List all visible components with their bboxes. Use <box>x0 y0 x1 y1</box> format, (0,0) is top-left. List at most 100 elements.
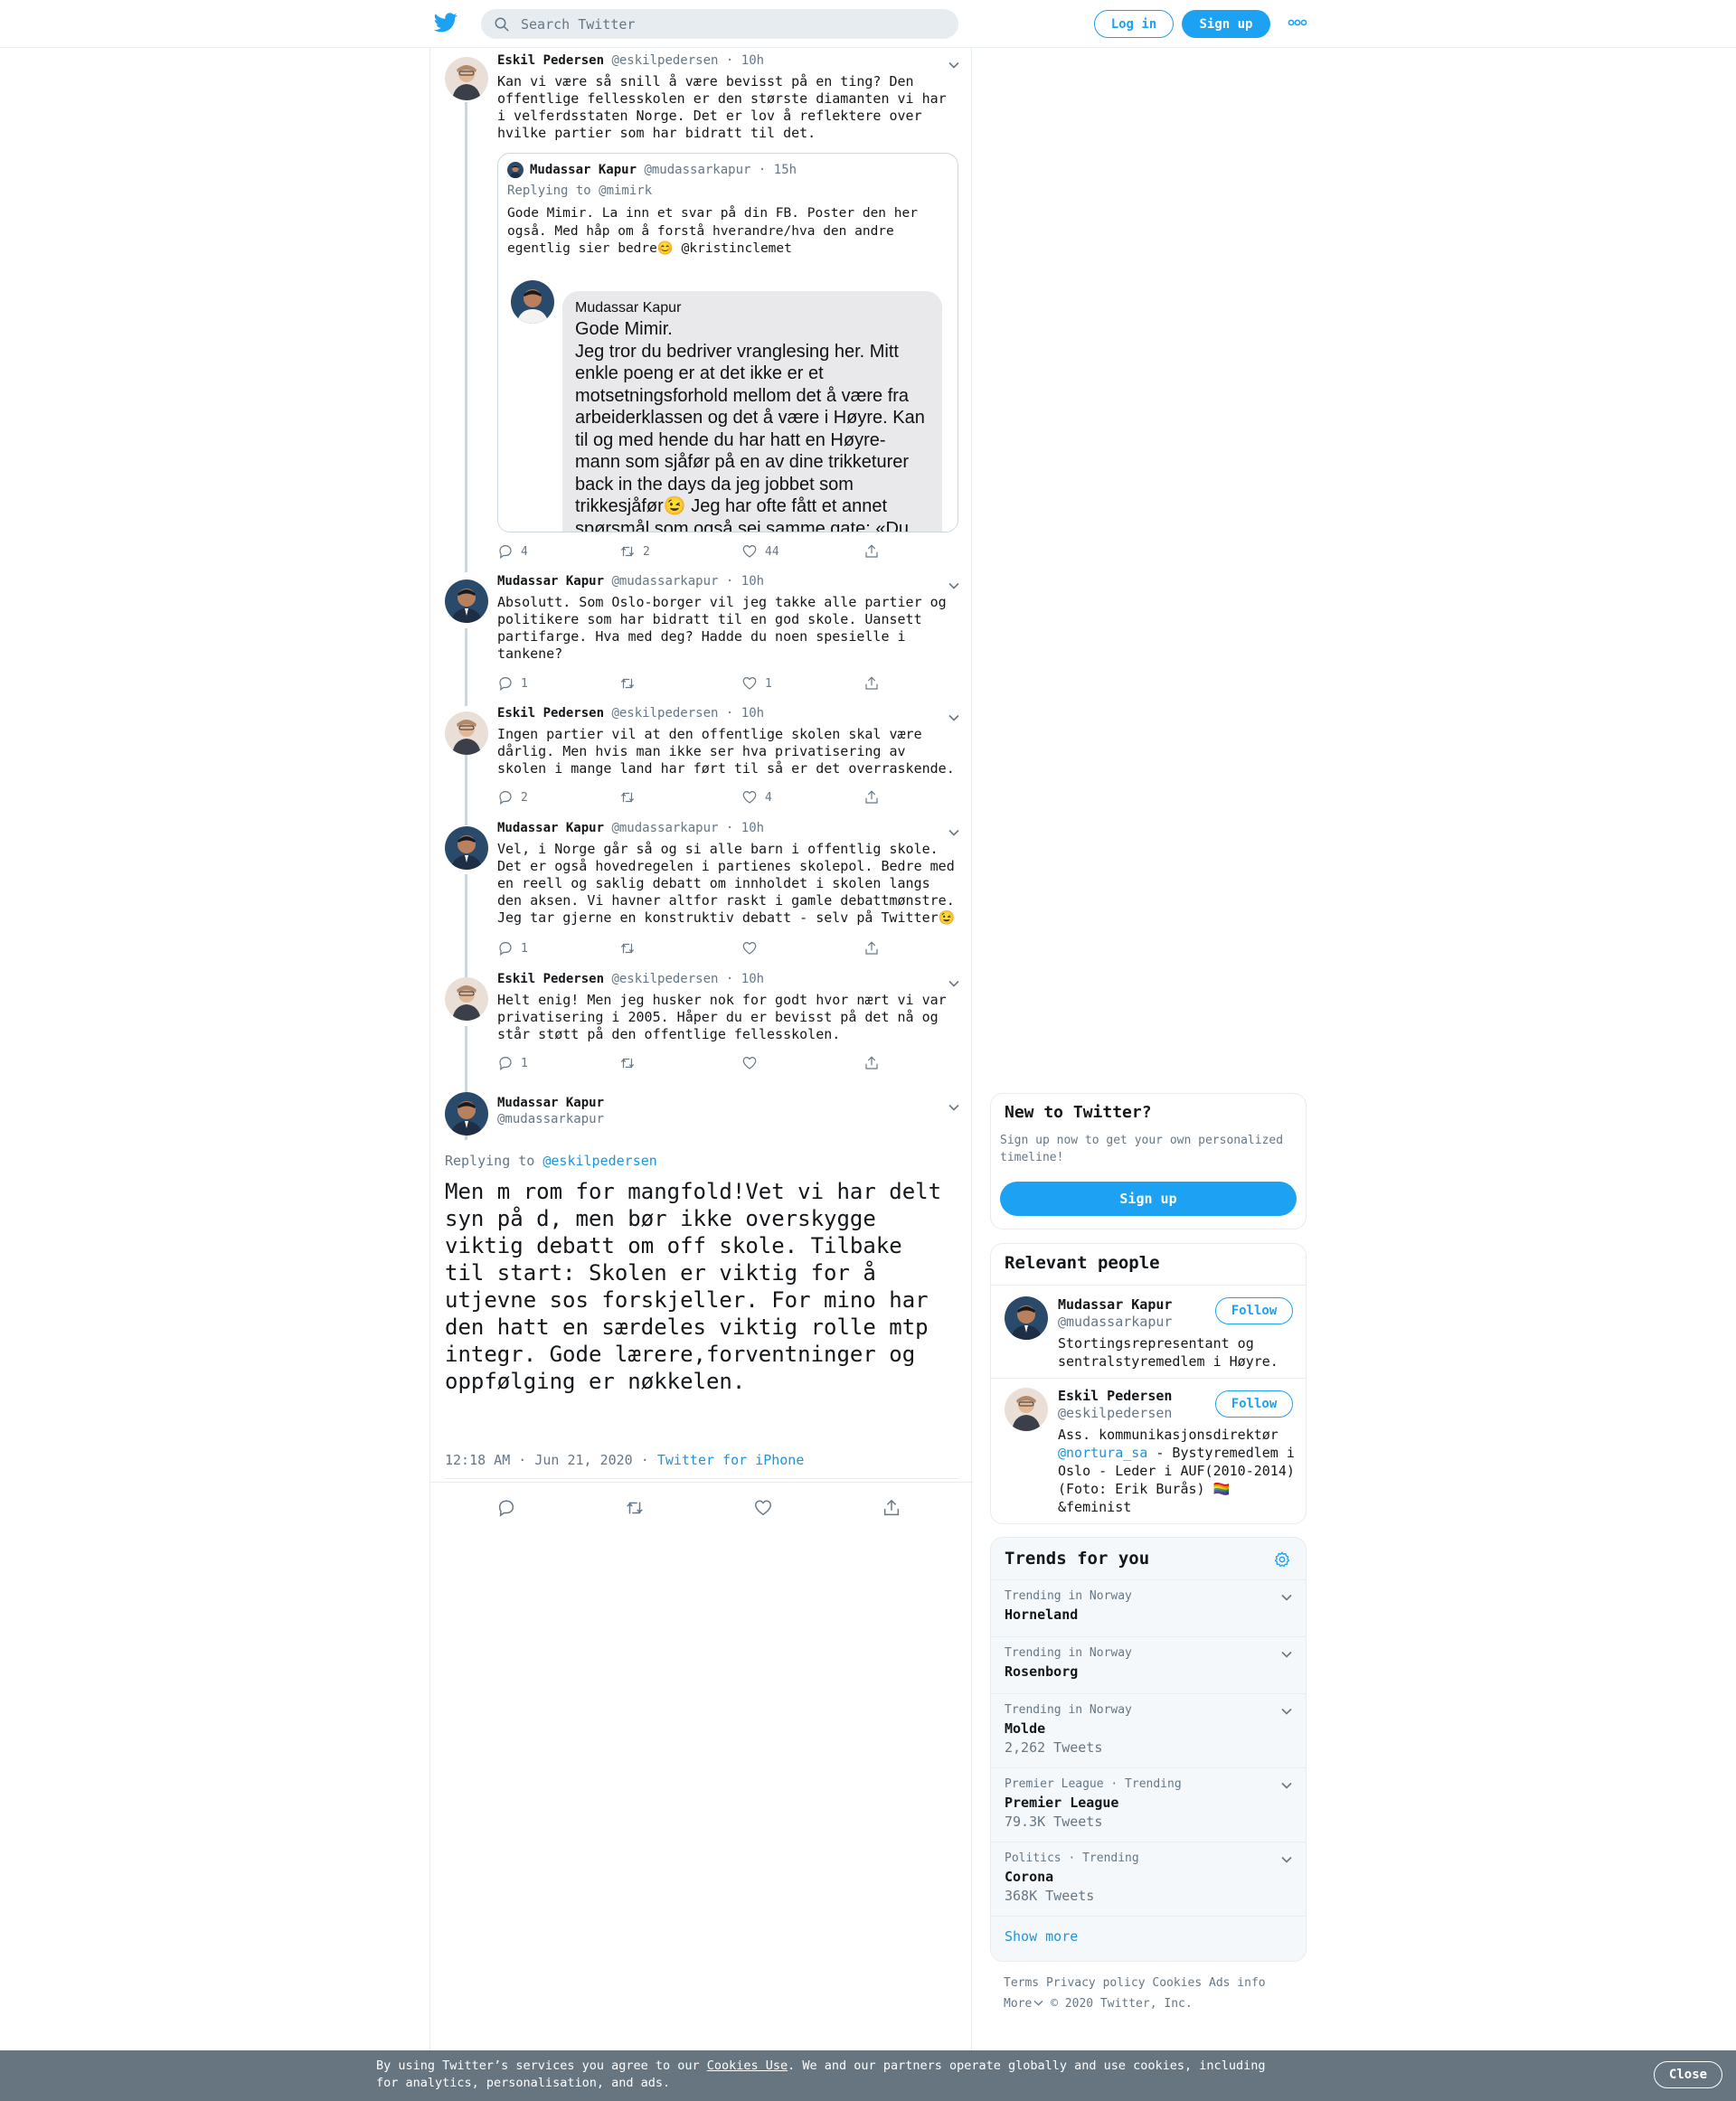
sidebar-signup-button[interactable]: Sign up <box>1000 1182 1297 1216</box>
follow-button[interactable]: Follow <box>1215 1390 1293 1418</box>
person-handle[interactable]: @eskilpedersen <box>1058 1405 1172 1421</box>
settings-gear-icon[interactable] <box>1273 1550 1291 1569</box>
retweet-action[interactable] <box>619 940 643 956</box>
chevron-down-icon[interactable] <box>948 711 960 724</box>
tweet-time[interactable]: · 10h <box>726 972 764 986</box>
share-icon[interactable] <box>882 1498 901 1518</box>
avatar[interactable] <box>445 711 488 755</box>
trend-item[interactable]: Trending in Norway Rosenborg <box>991 1636 1306 1693</box>
trend-item[interactable]: Trending in Norway Horneland <box>991 1579 1306 1636</box>
chevron-down-icon[interactable] <box>948 1101 960 1114</box>
retweet-action[interactable] <box>619 789 643 806</box>
more-options-icon[interactable] <box>1288 16 1307 29</box>
reply-action[interactable]: 1 <box>497 940 528 956</box>
search-box[interactable] <box>481 9 958 39</box>
footer-link-cookies[interactable]: Cookies <box>1152 1976 1202 1990</box>
show-more-row[interactable]: Show more <box>991 1916 1306 1961</box>
signup-button[interactable]: Sign up <box>1182 10 1270 38</box>
replying-to-link[interactable]: @eskilpedersen <box>542 1153 656 1169</box>
reply-action[interactable]: 4 <box>497 543 528 560</box>
twitter-bird-icon[interactable] <box>434 13 458 33</box>
tweet-time[interactable]: · 10h <box>726 53 764 68</box>
author-name[interactable]: Mudassar Kapur <box>497 574 604 589</box>
tweet[interactable]: Eskil Pedersen @eskilpedersen · 10h Kan … <box>430 48 973 568</box>
avatar[interactable] <box>445 977 488 1021</box>
person-name[interactable]: Mudassar Kapur <box>1058 1296 1172 1313</box>
avatar[interactable] <box>1005 1296 1048 1340</box>
author-handle[interactable]: @eskilpedersen <box>611 706 718 721</box>
chevron-down-icon[interactable] <box>1280 1591 1293 1604</box>
tweet-time[interactable]: · 10h <box>726 706 764 721</box>
search-input[interactable] <box>521 15 919 33</box>
tweet-timestamp[interactable]: 12:18 AM · Jun 21, 2020 · <box>445 1452 649 1468</box>
show-more-link[interactable]: Show more <box>1005 1928 1078 1945</box>
tweet-source-link[interactable]: Twitter for iPhone <box>657 1452 805 1468</box>
share-action[interactable] <box>863 789 887 806</box>
person-handle[interactable]: @mudassarkapur <box>1058 1314 1172 1330</box>
footer-link-ads[interactable]: Ads info <box>1209 1976 1266 1990</box>
avatar[interactable] <box>445 579 488 623</box>
person-name[interactable]: Eskil Pedersen <box>1058 1388 1172 1404</box>
chevron-down-icon[interactable] <box>1280 1779 1293 1792</box>
reply-action[interactable]: 1 <box>497 1055 528 1071</box>
reply-action[interactable]: 2 <box>497 789 528 806</box>
share-action[interactable] <box>863 675 887 692</box>
avatar[interactable] <box>445 1092 488 1135</box>
tweet[interactable]: Eskil Pedersen @eskilpedersen · 10h Helt… <box>430 966 973 1082</box>
footer-link-terms[interactable]: Terms <box>1004 1976 1039 1990</box>
retweet-action[interactable]: 2 <box>619 543 650 560</box>
share-action[interactable] <box>863 543 887 560</box>
avatar[interactable] <box>445 826 488 870</box>
chevron-down-icon[interactable] <box>948 59 960 71</box>
like-action[interactable]: 44 <box>741 543 779 560</box>
avatar[interactable] <box>445 57 488 100</box>
chevron-down-icon[interactable] <box>948 579 960 592</box>
quoted-tweet-image[interactable]: Mudassar Kapur Gode Mimir. Jeg tror du b… <box>498 278 958 532</box>
author-name[interactable]: Mudassar Kapur <box>497 1096 604 1110</box>
author-handle[interactable]: @mudassarkapur <box>611 821 718 835</box>
author-name[interactable]: Mudassar Kapur <box>497 821 604 835</box>
like-action[interactable]: 1 <box>741 675 772 692</box>
tweet[interactable]: Mudassar Kapur @mudassarkapur · 10h Abso… <box>430 569 973 701</box>
author-name[interactable]: Eskil Pedersen <box>497 706 604 721</box>
author-name[interactable]: Eskil Pedersen <box>497 972 604 986</box>
login-button[interactable]: Log in <box>1094 10 1174 38</box>
author-name[interactable]: Eskil Pedersen <box>497 53 604 68</box>
like-action[interactable] <box>741 1055 765 1071</box>
author-handle[interactable]: @eskilpedersen <box>611 972 718 986</box>
retweet-action[interactable] <box>619 675 643 692</box>
tweet[interactable]: Eskil Pedersen @eskilpedersen · 10h Inge… <box>430 701 973 815</box>
tweet-time[interactable]: · 10h <box>726 821 764 835</box>
focused-tweet[interactable]: Mudassar Kapur @mudassarkapur Replying t… <box>430 1083 973 1517</box>
retweet-icon[interactable] <box>625 1498 645 1518</box>
trend-item[interactable]: Politics · Trending Corona 368K Tweets <box>991 1842 1306 1916</box>
chevron-down-icon[interactable] <box>1280 1705 1293 1718</box>
retweet-action[interactable] <box>619 1055 643 1071</box>
share-action[interactable] <box>863 940 887 956</box>
chevron-down-icon[interactable] <box>948 826 960 839</box>
trend-item[interactable]: Trending in Norway Molde 2,262 Tweets <box>991 1693 1306 1767</box>
bio-mention-link[interactable]: @nortura_sa <box>1058 1445 1147 1461</box>
heart-icon[interactable] <box>753 1498 773 1518</box>
cookies-use-link[interactable]: Cookies Use <box>707 2059 788 2073</box>
author-handle[interactable]: @mudassarkapur <box>611 574 718 589</box>
trend-item[interactable]: Premier League · Trending Premier League… <box>991 1767 1306 1842</box>
person-item[interactable]: Eskil Pedersen @eskilpedersen Follow Ass… <box>991 1378 1306 1523</box>
person-item[interactable]: Mudassar Kapur @mudassarkapur Follow Sto… <box>991 1285 1306 1378</box>
reply-icon[interactable] <box>496 1498 516 1518</box>
cookie-close-button[interactable]: Close <box>1654 2061 1722 2088</box>
reply-action[interactable]: 1 <box>497 675 528 692</box>
author-handle[interactable]: @eskilpedersen <box>611 53 718 68</box>
like-action[interactable]: 4 <box>741 789 772 806</box>
author-handle[interactable]: @mudassarkapur <box>497 1112 604 1126</box>
tweet[interactable]: Mudassar Kapur @mudassarkapur · 10h Vel,… <box>430 815 973 966</box>
share-action[interactable] <box>863 1055 887 1071</box>
like-action[interactable] <box>741 940 765 956</box>
quoted-tweet[interactable]: Mudassar Kapur @mudassarkapur · 15h Repl… <box>497 153 958 532</box>
footer-more[interactable]: More <box>1004 1997 1043 2011</box>
avatar[interactable] <box>1005 1388 1048 1431</box>
chevron-down-icon[interactable] <box>1280 1648 1293 1661</box>
footer-link-privacy[interactable]: Privacy policy <box>1046 1976 1146 1990</box>
chevron-down-icon[interactable] <box>1280 1853 1293 1866</box>
follow-button[interactable]: Follow <box>1215 1297 1293 1324</box>
